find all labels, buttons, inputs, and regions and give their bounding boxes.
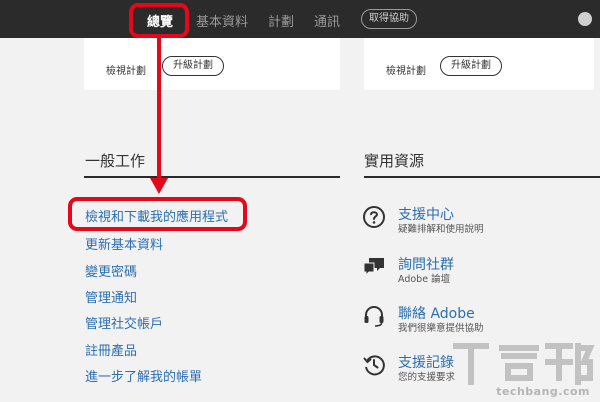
section-divider bbox=[84, 176, 340, 178]
headset-icon bbox=[364, 306, 384, 327]
upgrade-plan-button[interactable]: 升級計劃 bbox=[162, 56, 224, 76]
nav-tab-plans[interactable]: 計劃 bbox=[268, 11, 294, 30]
question-circle-icon bbox=[363, 206, 385, 228]
update-profile-link[interactable]: 更新基本資料 bbox=[85, 234, 163, 253]
change-password-link[interactable]: 變更密碼 bbox=[85, 261, 137, 280]
manage-social-accounts-link[interactable]: 管理社交帳戶 bbox=[85, 313, 163, 332]
chat-bubbles-icon bbox=[363, 258, 384, 277]
view-plan-link[interactable]: 檢視計劃 bbox=[106, 62, 146, 77]
view-plan-link[interactable]: 檢視計劃 bbox=[386, 62, 426, 77]
nav-tab-communications[interactable]: 通訊 bbox=[314, 11, 340, 30]
get-help-button[interactable]: 取得協助 bbox=[361, 9, 417, 29]
nav-tab-profile[interactable]: 基本資料 bbox=[196, 11, 248, 30]
annotation-highlight-link bbox=[68, 197, 247, 231]
general-tasks-heading: 一般工作 bbox=[85, 152, 146, 170]
annotation-highlight-nav bbox=[129, 3, 189, 38]
history-clock-icon bbox=[363, 355, 385, 376]
useful-resources-heading: 實用資源 bbox=[364, 152, 425, 170]
watermark-site: techbang.com bbox=[496, 385, 590, 398]
contact-adobe-subtitle: 我們很樂意提供協助 bbox=[398, 323, 484, 334]
learn-about-billing-link[interactable]: 進一步了解我的帳單 bbox=[85, 366, 202, 385]
plan-card: 檢視計劃 升級計劃 bbox=[364, 38, 594, 90]
section-divider bbox=[364, 176, 600, 178]
manage-notifications-link[interactable]: 管理通知 bbox=[85, 287, 137, 306]
avatar[interactable] bbox=[578, 12, 592, 26]
register-product-link[interactable]: 註冊產品 bbox=[85, 340, 137, 359]
upgrade-plan-button[interactable]: 升級計劃 bbox=[440, 56, 502, 76]
top-navigation-bar: 總覽 基本資料 計劃 通訊 取得協助 bbox=[0, 0, 600, 38]
ask-community-subtitle: Adobe 論壇 bbox=[398, 274, 451, 285]
plan-card: 檢視計劃 升級計劃 bbox=[84, 38, 340, 90]
support-center-subtitle: 疑難排解和使用說明 bbox=[398, 224, 484, 235]
